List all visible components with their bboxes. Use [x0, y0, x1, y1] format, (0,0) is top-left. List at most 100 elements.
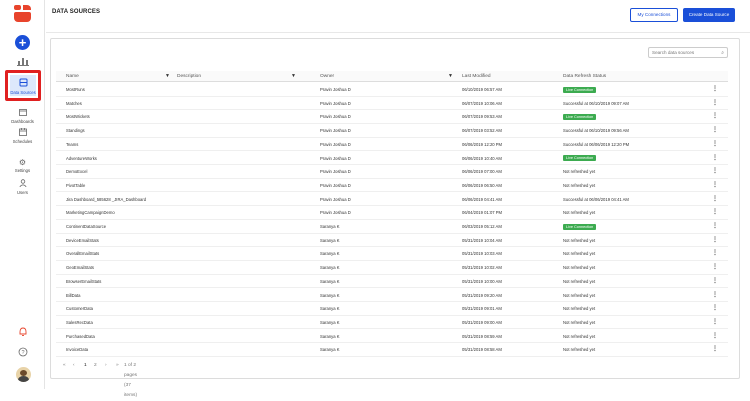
table-row[interactable]: SalesRecData Saranya K 05/31/2019 09:00 AM… [56, 316, 728, 330]
more-options-icon[interactable]: ⋮ [712, 179, 718, 192]
table-row[interactable]: MarketingCampaignDemo Pravin Joshua D 06/0… [56, 206, 728, 220]
table-row[interactable]: MostWickets Pravin Joshua D 06/07/2019 09:… [56, 110, 728, 124]
cell-name[interactable]: PurchasedData [66, 330, 95, 343]
cell-name[interactable]: Jira Dashboard_585628 _JIRA_Dashboard [66, 193, 146, 206]
page-1-button[interactable]: 1 [84, 361, 87, 371]
filter-icon[interactable]: ▼ [291, 71, 296, 82]
more-options-icon[interactable]: ⋮ [712, 234, 718, 247]
table-row[interactable]: ContinentDataSource Saranya K 06/03/2019 0… [56, 220, 728, 234]
column-header-description[interactable]: Description [177, 71, 201, 82]
last-page-button[interactable]: » [116, 361, 119, 371]
live-connection-badge: Live Connection [563, 86, 597, 93]
table-row[interactable]: MostRuns Pravin Joshua D 06/10/2019 06:57 … [56, 83, 728, 97]
notification-bell-icon[interactable] [17, 327, 29, 339]
cell-name[interactable]: MostRuns [66, 83, 85, 96]
cell-name[interactable]: BillData [66, 289, 80, 302]
cell-name[interactable]: ContinentDataSource [66, 220, 106, 233]
table-row[interactable]: PivotTable Pravin Joshua D 06/06/2019 06:5… [56, 179, 728, 193]
table-row[interactable]: InvoiceData Saranya K 05/31/2019 08:58 AM N… [56, 343, 728, 357]
sidebar-item-label: Settings [14, 168, 31, 173]
cell-last-modified: 06/04/2019 01:07 PM [462, 210, 503, 216]
next-page-button[interactable]: › [105, 361, 107, 371]
table-row[interactable]: DeviceEmailStats Saranya K 05/31/2019 10:0… [56, 234, 728, 248]
more-options-icon[interactable]: ⋮ [712, 316, 718, 329]
avatar[interactable] [16, 367, 31, 382]
table-row[interactable]: GeoEmailStats Saranya K 05/31/2019 10:02 A… [56, 261, 728, 275]
column-header-name[interactable]: Name [66, 71, 79, 82]
more-options-icon[interactable]: ⋮ [712, 247, 718, 260]
search-input[interactable]: Search data sources ⌕ [648, 47, 728, 58]
first-page-button[interactable]: « [63, 361, 66, 371]
sidebar-item-data-sources[interactable]: Data Sources [5, 70, 41, 101]
my-connections-button[interactable]: My Connections [630, 8, 678, 22]
more-options-icon[interactable]: ⋮ [712, 275, 718, 288]
cell-name[interactable]: Standings [66, 124, 85, 137]
cell-name[interactable]: BrowserEmailStats [66, 275, 101, 288]
cell-name[interactable]: PivotTable [66, 179, 85, 192]
cell-name[interactable]: DemoExcel [66, 165, 87, 178]
cell-name[interactable]: MostWickets [66, 110, 90, 123]
table-row[interactable]: Jira Dashboard_585628 _JIRA_Dashboard Pra… [56, 193, 728, 207]
table-row[interactable]: BillData Saranya K 05/31/2019 09:20 AM Not … [56, 289, 728, 303]
cell-name[interactable]: SalesRecData [66, 316, 93, 329]
sidebar-item-settings[interactable]: ⚙ Settings [0, 158, 45, 173]
more-options-icon[interactable]: ⋮ [712, 261, 718, 274]
table-row[interactable]: Standings Pravin Joshua D 06/07/2019 03:52… [56, 124, 728, 138]
filter-icon[interactable]: ▼ [448, 71, 453, 82]
column-header-last-modified[interactable]: Last Modified [462, 71, 491, 82]
cell-owner: Pravin Joshua D [320, 87, 351, 92]
more-options-icon[interactable]: ⋮ [712, 83, 718, 96]
create-data-source-button[interactable]: Create Data Source [683, 8, 735, 22]
column-header-refresh-status[interactable]: Data Refresh Status [563, 71, 606, 82]
more-options-icon[interactable]: ⋮ [712, 220, 718, 233]
column-header-owner[interactable]: Owner [320, 71, 334, 82]
sidebar-item-label: Users [17, 190, 28, 195]
table-row[interactable]: Matches Pravin Joshua D 06/07/2019 10:06 A… [56, 97, 728, 111]
filter-icon[interactable]: ▼ [165, 71, 170, 82]
cell-name[interactable]: CustomerData [66, 302, 93, 315]
more-options-icon[interactable]: ⋮ [712, 165, 718, 178]
sidebar-item-schedules[interactable]: Schedules [0, 128, 45, 144]
cell-name[interactable]: DeviceEmailStats [66, 234, 99, 247]
more-options-icon[interactable]: ⋮ [712, 193, 718, 206]
more-options-icon[interactable]: ⋮ [712, 330, 718, 343]
more-options-icon[interactable]: ⋮ [712, 343, 718, 356]
prev-page-button[interactable]: ‹ [73, 361, 75, 371]
cell-refresh-status: Not refreshed yet [563, 347, 596, 353]
help-icon[interactable]: ? [17, 347, 29, 359]
more-options-icon[interactable]: ⋮ [712, 97, 718, 110]
cell-refresh-status: Not refreshed yet [563, 210, 596, 216]
cell-name[interactable]: GeoEmailStats [66, 261, 94, 274]
table-row[interactable]: Teams Pravin Joshua D 06/06/2019 12:20 PM S… [56, 138, 728, 152]
cell-name[interactable]: AdventureWorks [66, 152, 97, 165]
sidebar-item-dashboards[interactable]: Dashboards [0, 108, 45, 124]
more-options-icon[interactable]: ⋮ [712, 289, 718, 302]
cell-name[interactable]: Matches [66, 97, 82, 110]
add-button[interactable]: + [15, 35, 30, 50]
more-options-icon[interactable]: ⋮ [712, 152, 718, 165]
table-row[interactable]: BrowserEmailStats Saranya K 05/31/2019 10:… [56, 275, 728, 289]
table-row[interactable]: PurchasedData Saranya K 05/31/2019 08:59 A… [56, 330, 728, 344]
cell-refresh-status: Not refreshed yet [563, 169, 596, 175]
table-row[interactable]: CustomerData Saranya K 05/31/2019 09:01 AM… [56, 302, 728, 316]
more-options-icon[interactable]: ⋮ [712, 302, 718, 315]
cell-refresh-status: Not refreshed yet [563, 251, 596, 257]
more-options-icon[interactable]: ⋮ [712, 138, 718, 151]
cell-refresh-status: Not refreshed yet [563, 292, 596, 298]
bar-chart-icon[interactable] [16, 56, 30, 66]
cell-name[interactable]: Teams [66, 138, 78, 151]
cell-last-modified: 05/31/2019 10:00 AM [462, 278, 502, 284]
more-options-icon[interactable]: ⋮ [712, 206, 718, 219]
table-row[interactable]: AdventureWorks Pravin Joshua D 06/06/2019 … [56, 152, 728, 166]
sidebar-item-users[interactable]: Users [0, 179, 45, 195]
table-row[interactable]: DemoExcel Pravin Joshua D 06/06/2019 07:00… [56, 165, 728, 179]
table-row[interactable]: OverallEmailStats Saranya K 05/31/2019 10:… [56, 247, 728, 261]
cell-last-modified: 06/06/2019 04:41 AM [462, 196, 502, 202]
cell-last-modified: 05/31/2019 10:03 AM [462, 251, 502, 257]
more-options-icon[interactable]: ⋮ [712, 124, 718, 137]
page-2-button[interactable]: 2 [94, 361, 97, 371]
cell-name[interactable]: OverallEmailStats [66, 247, 99, 260]
cell-name[interactable]: InvoiceData [66, 343, 88, 356]
cell-name[interactable]: MarketingCampaignDemo [66, 206, 115, 219]
more-options-icon[interactable]: ⋮ [712, 110, 718, 123]
